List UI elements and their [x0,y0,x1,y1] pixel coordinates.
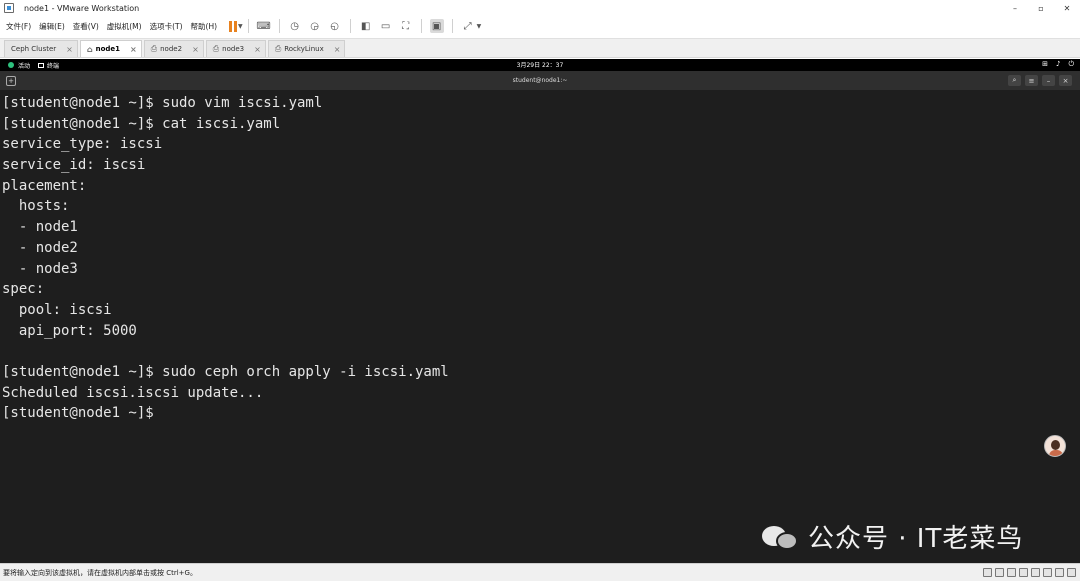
terminal-line: [student@node1 ~]$ sudo ceph orch apply … [2,363,449,380]
chevron-down-icon[interactable]: ▼ [238,23,243,30]
terminal-line: spec: [2,281,45,298]
chevron-down-icon[interactable]: ▼ [477,23,482,30]
terminal-line: Scheduled iscsi.iscsi update... [2,384,264,401]
title-bar: node1 - VMware Workstation – ▫ ✕ [0,0,1080,16]
menu-edit[interactable]: 编辑(E) [39,21,65,32]
power-icon: ⏻ [1068,60,1074,68]
terminal-line: placement: [2,177,87,194]
terminal-output[interactable]: [student@node1 ~]$ sudo vim iscsi.yaml [… [0,90,1080,563]
volume-icon: ♪ [1055,60,1061,68]
menu-help[interactable]: 帮助(H) [191,21,218,32]
vmware-app-icon [4,3,14,13]
close-icon[interactable]: × [192,45,199,54]
search-icon[interactable]: ⌕ [1008,75,1021,86]
tab-node2[interactable]: ⎙ node2 × [143,40,204,57]
watermark-text: 公众号 · IT老菜鸟 [808,524,1024,554]
message-log-icon[interactable] [1067,568,1076,577]
vm-icon: ⎙ [150,44,158,53]
terminal-line: - node1 [2,219,78,236]
close-button[interactable]: ✕ [1054,0,1080,16]
cd-drive-icon[interactable] [995,568,1004,577]
minimize-button[interactable]: – [1002,0,1028,16]
toolbar-divider [420,19,422,33]
terminal-minimize-icon[interactable]: – [1042,75,1055,86]
terminal-window-controls: ⌕ ≡ – × [1008,75,1072,86]
usb-icon[interactable] [1019,568,1028,577]
menu-tabs[interactable]: 选项卡(T) [150,21,183,32]
avatar [1044,435,1066,457]
menu-file[interactable]: 文件(F) [6,21,31,32]
terminal-line: pool: iscsi [2,301,112,318]
terminal-line: [student@node1 ~]$ cat iscsi.yaml [2,115,281,132]
terminal-title: student@node1:~ [512,77,568,84]
tab-rockylinux[interactable]: ⎙ RockyLinux × [267,40,346,57]
toolbar-divider [247,19,249,33]
status-bar: 要将输入定向到该虚拟机，请在虚拟机内部单击或按 Ctrl+G。 [0,563,1080,581]
maximize-button[interactable]: ▫ [1028,0,1054,16]
close-icon[interactable]: × [334,45,341,54]
fullscreen-icon[interactable]: ⛶ [399,19,413,33]
sound-card-icon[interactable] [1031,568,1040,577]
revert-snapshot-icon[interactable]: ◶ [308,19,322,33]
tab-label: node1 [95,45,121,53]
tab-label: node2 [160,45,183,53]
terminal-line: api_port: 5000 [2,322,137,339]
toolbar-divider [278,19,280,33]
terminal-line: service_type: iscsi [2,136,163,153]
terminal-line: service_id: iscsi [2,157,146,174]
library-view-icon[interactable]: ◧ [359,19,373,33]
display-icon[interactable] [1055,568,1064,577]
terminal-line: [student@node1 ~]$ sudo vim iscsi.yaml [2,95,323,111]
tab-label: Ceph Cluster [11,45,57,53]
close-icon[interactable]: × [254,45,261,54]
network-adapter-icon[interactable] [1007,568,1016,577]
panel-clock[interactable]: 3月29日 22：37 [0,60,1080,69]
system-tray[interactable]: ⊞ ♪ ⏻ [1042,60,1074,69]
vm-tab-bar: Ceph Cluster × ⌂ node1 × ⎙ node2 × ⎙ nod… [0,38,1080,58]
guest-top-panel: 活动 终端 3月29日 22：37 ⊞ ♪ ⏻ [0,59,1080,71]
terminal-line: - node3 [2,260,78,277]
menu-view[interactable]: 查看(V) [73,21,99,32]
terminal-line: hosts: [2,198,70,215]
close-icon[interactable]: × [130,45,137,54]
tab-node3[interactable]: ⎙ node3 × [205,40,266,57]
status-text: 要将输入定向到该虚拟机，请在虚拟机内部单击或按 Ctrl+G。 [3,568,197,577]
send-keys-icon[interactable]: ⌨ [256,19,270,33]
toolbar-divider [349,19,351,33]
tab-label: RockyLinux [284,45,324,53]
tab-ceph-cluster[interactable]: Ceph Cluster × [4,40,78,57]
stretch-view-icon[interactable]: ⤢ [461,19,475,33]
window-controls: – ▫ ✕ [1002,0,1080,16]
close-icon[interactable]: × [66,45,73,54]
thumbnail-view-icon[interactable]: ▭ [379,19,393,33]
hard-disk-icon[interactable] [983,568,992,577]
printer-icon[interactable] [1043,568,1052,577]
network-icon: ⊞ [1042,60,1048,68]
toolbar-divider [451,19,453,33]
menu-bar: 文件(F) 编辑(E) 查看(V) 虚拟机(M) 选项卡(T) 帮助(H) ▼ … [0,16,1080,36]
vm-icon: ⎙ [274,44,282,53]
terminal-line: - node2 [2,239,78,256]
tab-node1[interactable]: ⌂ node1 × [79,40,142,57]
watermark: 公众号 · IT老菜鸟 [762,518,1023,555]
device-status-icons [983,568,1076,577]
tab-label: node3 [222,45,245,53]
terminal-prompt-line: [student@node1 ~]$ [2,405,163,422]
window-title: node1 - VMware Workstation [24,3,140,13]
menu-vm[interactable]: 虚拟机(M) [107,21,142,32]
terminal-header-bar: + student@node1:~ ⌕ ≡ – × [0,71,1080,90]
snapshot-manager-icon[interactable]: ◵ [328,19,342,33]
terminal-close-icon[interactable]: × [1059,75,1072,86]
hamburger-menu-icon[interactable]: ≡ [1025,75,1038,86]
wechat-icon [762,522,800,552]
console-view-icon[interactable]: ▣ [429,19,444,33]
snapshot-icon[interactable]: ◷ [288,19,302,33]
vm-icon: ⎙ [212,44,220,53]
vm-home-icon: ⌂ [86,44,93,54]
